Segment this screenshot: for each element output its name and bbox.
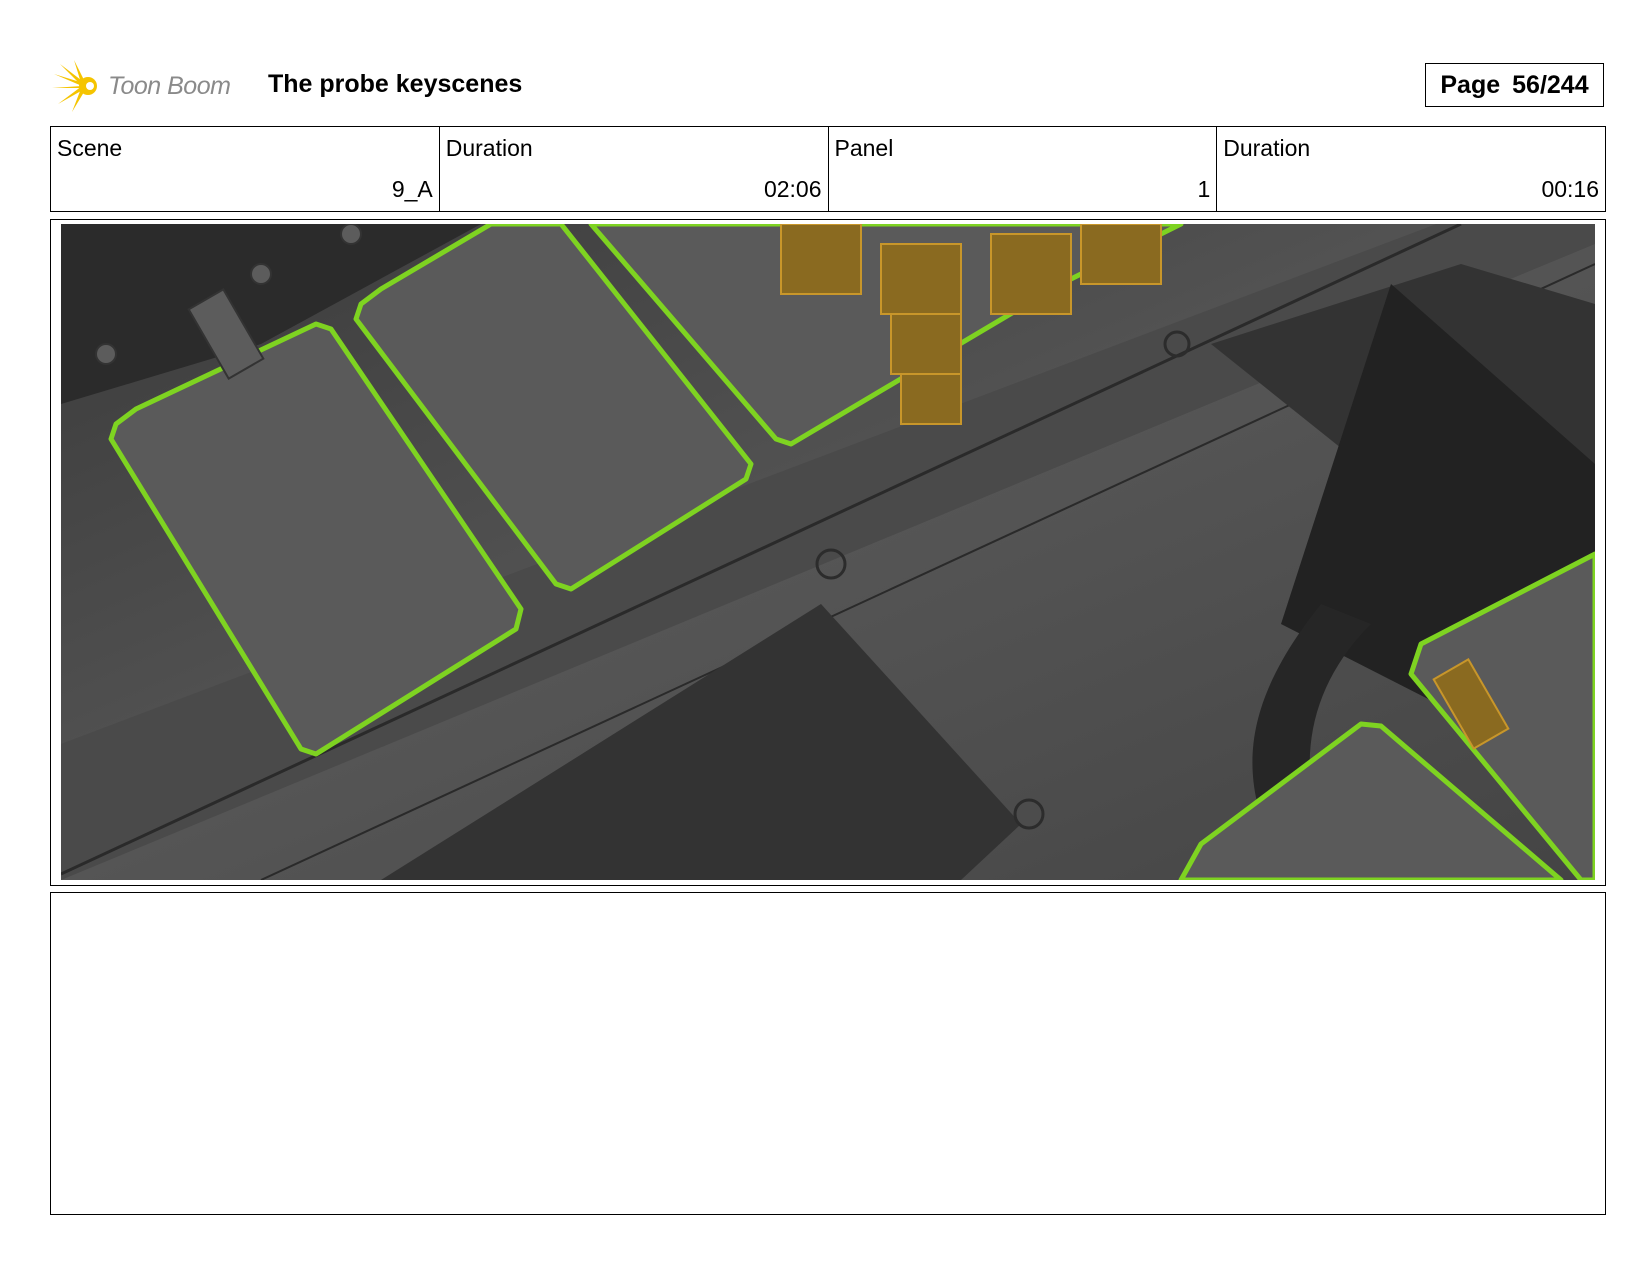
scene-value: 9_A — [391, 176, 433, 202]
scene-duration-value: 02:06 — [763, 176, 822, 202]
panel-value: 1 — [1197, 176, 1211, 202]
scene-duration-cell: Duration 02:06 — [440, 127, 829, 211]
scene-duration-label: Duration — [445, 135, 533, 161]
scene-cell: Scene 9_A — [51, 127, 440, 211]
document-title: The probe keyscenes — [268, 70, 523, 98]
scene-label: Scene — [57, 135, 123, 161]
panel-cell: Panel 1 — [829, 127, 1218, 211]
page-indicator: Page 56/244 — [1425, 63, 1604, 107]
storyboard-panel-frame — [50, 219, 1606, 886]
panel-duration-cell: Duration 00:16 — [1217, 127, 1605, 211]
panel-duration-label: Duration — [1223, 135, 1311, 161]
logo-text: Toon Boom — [108, 71, 231, 100]
panel-notes-box — [50, 892, 1606, 1215]
page-label: Page — [1440, 70, 1501, 99]
panel-label: Panel — [834, 135, 894, 161]
toon-boom-logo: Toon Boom — [52, 60, 231, 112]
panel-info-table: Scene 9_A Duration 02:06 Panel 1 Duratio… — [50, 126, 1606, 212]
panel-image — [61, 224, 1595, 880]
page-value: 56/244 — [1512, 70, 1589, 99]
starburst-icon — [52, 60, 97, 112]
panel-duration-value: 00:16 — [1541, 176, 1599, 202]
